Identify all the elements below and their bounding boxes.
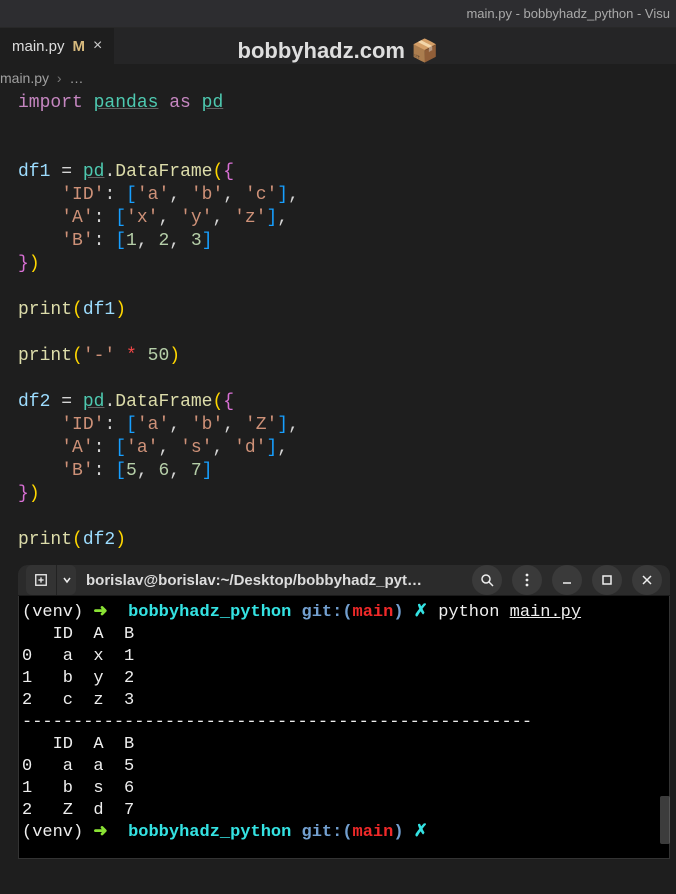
terminal-header: borislav@borislav:~/Desktop/bobbyhadz_py…	[18, 565, 670, 596]
terminal-window: borislav@borislav:~/Desktop/bobbyhadz_py…	[18, 565, 670, 859]
terminal-newtab-group	[26, 565, 76, 595]
maximize-icon	[601, 574, 613, 586]
terminal-body[interactable]: (venv) ➜ bobbyhadz_python git:(main) ✗ p…	[18, 596, 670, 894]
tab-modified-indicator: M	[73, 38, 86, 55]
terminal-scrollbar[interactable]	[660, 796, 670, 844]
window-titlebar: main.py - bobbyhadz_python - Visu	[0, 0, 676, 28]
editor-tabs: main.py M ×	[0, 28, 676, 64]
close-icon	[641, 574, 653, 586]
window-title: main.py - bobbyhadz_python - Visu	[466, 6, 670, 21]
terminal-maximize-button[interactable]	[592, 565, 622, 595]
kebab-menu-icon	[519, 572, 535, 588]
new-tab-button[interactable]	[26, 565, 56, 595]
tab-filename: main.py	[12, 38, 65, 55]
terminal-close-button[interactable]	[632, 565, 662, 595]
breadcrumb-dots[interactable]: …	[69, 70, 83, 86]
terminal-minimize-button[interactable]	[552, 565, 582, 595]
terminal-menu-button[interactable]	[512, 565, 542, 595]
breadcrumb-file[interactable]: main.py	[0, 70, 49, 86]
minimize-icon	[561, 574, 573, 586]
code-editor[interactable]: import pandas as pd df1 = pd.DataFrame({…	[0, 88, 676, 556]
breadcrumb[interactable]: main.py › …	[0, 64, 676, 88]
chevron-down-icon	[63, 576, 71, 584]
breadcrumb-separator: ›	[53, 70, 66, 86]
terminal-title: borislav@borislav:~/Desktop/bobbyhadz_py…	[86, 572, 462, 589]
tab-main-py[interactable]: main.py M ×	[0, 28, 115, 64]
tab-close-icon[interactable]: ×	[93, 37, 102, 55]
terminal-search-button[interactable]	[472, 565, 502, 595]
search-icon	[479, 572, 495, 588]
new-tab-icon	[34, 573, 48, 587]
new-tab-dropdown[interactable]	[56, 565, 76, 595]
